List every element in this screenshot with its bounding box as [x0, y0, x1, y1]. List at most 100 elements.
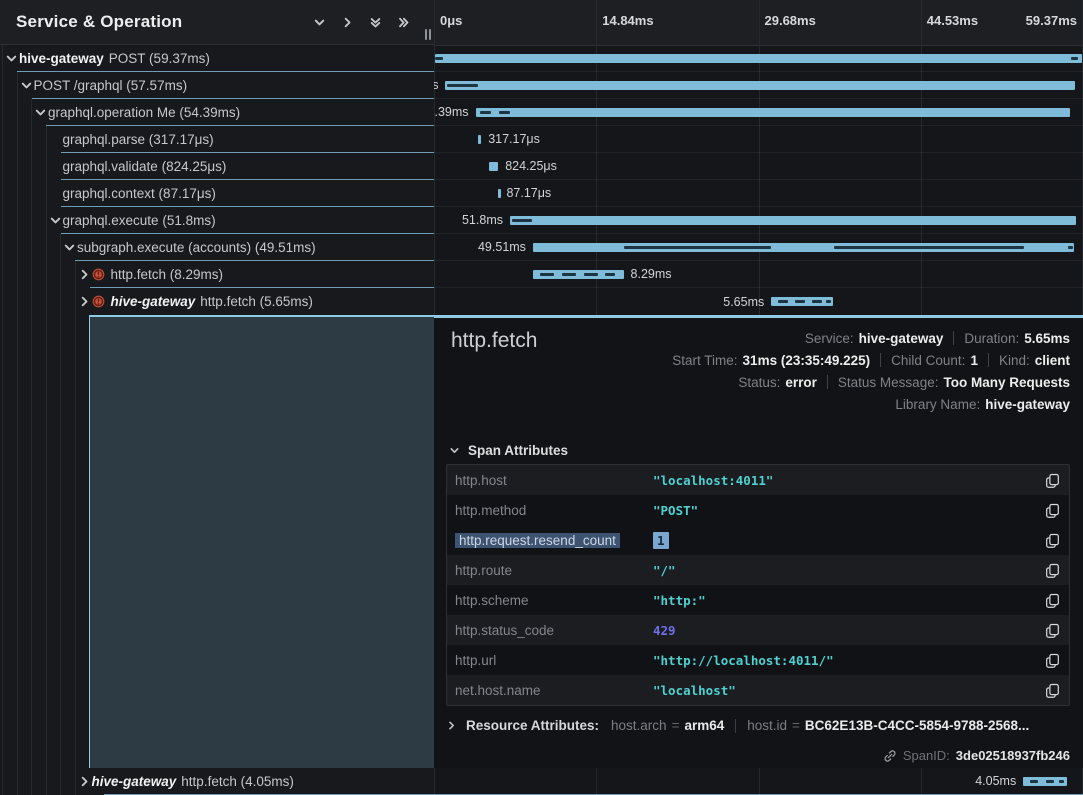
tree-row[interactable]: subgraph.execute (accounts) (49.51ms) — [0, 234, 434, 261]
timeline-row[interactable]: 57.57ms — [434, 72, 1083, 99]
attribute-value: "/" — [653, 563, 676, 578]
tree-row[interactable]: graphql.execute (51.8ms) — [0, 207, 434, 234]
span-id-value: 3de02518937fb246 — [956, 748, 1070, 763]
meta-label: Status: — [738, 375, 780, 390]
expand-toggle[interactable] — [77, 774, 92, 789]
expand-toggle[interactable] — [77, 294, 92, 309]
error-icon — [92, 295, 105, 308]
meta-label: Start Time: — [672, 353, 737, 368]
meta-value: 5.65ms — [1024, 331, 1070, 346]
tree-row[interactable]: http.fetch (8.29ms) — [0, 261, 434, 288]
span-bar[interactable] — [498, 189, 500, 198]
operation-name: http.fetch (5.65ms) — [200, 294, 313, 309]
child-span-marker — [1071, 57, 1078, 60]
tree-row[interactable]: graphql.operation Me (54.39ms) — [0, 99, 434, 126]
expand-toggle[interactable] — [19, 78, 34, 93]
tree-row[interactable]: hive-gatewayhttp.fetch (4.05ms) — [0, 768, 434, 795]
span-name-label: graphql.context (87.17μs) — [63, 186, 216, 201]
copy-value-button[interactable] — [1045, 533, 1060, 548]
span-attributes-table: http.host"localhost:4011"http.method"POS… — [446, 464, 1070, 706]
tree-row[interactable]: graphql.validate (824.25μs) — [0, 153, 434, 180]
chevron-down-icon — [20, 79, 33, 92]
span-duration-label: 57.57ms — [434, 78, 438, 92]
copy-value-button[interactable] — [1045, 563, 1060, 578]
span-meta: Service: hive-gateway Duration: 5.65ms Start… — [672, 327, 1070, 415]
expand-toggle[interactable] — [4, 51, 19, 66]
chevron-down-button[interactable] — [313, 16, 326, 29]
child-span-marker — [834, 246, 1025, 249]
double-chevron-right-button[interactable] — [397, 16, 410, 29]
attribute-row: http.host"localhost:4011" — [447, 465, 1069, 495]
tree-row[interactable]: hive-gatewayPOST (59.37ms) — [0, 45, 434, 72]
attribute-value: 1 — [653, 533, 669, 548]
meta-value: client — [1035, 353, 1070, 368]
chevron-right-button[interactable] — [341, 16, 354, 29]
column-resizer-handle[interactable] — [425, 29, 431, 40]
tree-row[interactable]: graphql.parse (317.17μs) — [0, 126, 434, 153]
attribute-row: http.method"POST" — [447, 495, 1069, 525]
trace-viewer: hive-gatewayPOST (59.37ms) POST /graphql … — [0, 0, 1083, 795]
link-icon[interactable] — [883, 749, 897, 763]
copy-value-button[interactable] — [1045, 593, 1060, 608]
span-name-label: graphql.operation Me (54.39ms) — [48, 105, 240, 120]
selected-span-highlight — [89, 315, 434, 768]
expand-toggle[interactable] — [33, 105, 48, 120]
double-chevron-down-button[interactable] — [369, 16, 382, 29]
span-name-label: hive-gatewayhttp.fetch (5.65ms) — [111, 294, 313, 309]
timeline-row[interactable]: 51.8ms — [434, 207, 1083, 234]
meta-value: hive-gateway — [985, 397, 1070, 412]
child-span-marker — [826, 300, 830, 303]
span-bar[interactable] — [476, 108, 1071, 117]
span-attributes-section-header[interactable]: Span Attributes — [449, 443, 568, 458]
expand-toggle[interactable] — [77, 267, 92, 282]
timeline-row[interactable]: 824.25μs — [434, 153, 1083, 180]
span-bar[interactable] — [489, 162, 498, 171]
span-bar[interactable] — [478, 135, 481, 144]
expand-toggle[interactable] — [62, 240, 77, 255]
timeline-row[interactable]: 54.39ms — [434, 99, 1083, 126]
resource-key: host.arch — [611, 718, 667, 733]
copy-icon — [1045, 503, 1060, 518]
copy-value-button[interactable] — [1045, 623, 1060, 638]
meta-label: Service: — [805, 331, 854, 346]
timeline-row[interactable]: 49.51ms — [434, 234, 1083, 261]
operation-name: graphql.operation Me (54.39ms) — [48, 105, 240, 120]
span-duration-label: 5.65ms — [723, 295, 764, 309]
copy-value-button[interactable] — [1045, 503, 1060, 518]
span-duration-label: 54.39ms — [434, 105, 469, 119]
span-bar[interactable] — [510, 216, 1076, 225]
meta-label: Library Name: — [895, 397, 980, 412]
tree-row[interactable]: graphql.context (87.17μs) — [0, 180, 434, 207]
child-span-marker — [447, 84, 478, 87]
chevron-right-icon — [78, 295, 91, 308]
resource-attributes-header[interactable]: Resource Attributes: — [466, 718, 599, 733]
copy-icon — [1045, 473, 1060, 488]
timeline-row[interactable]: 317.17μs — [434, 126, 1083, 153]
chevron-right-icon — [446, 720, 457, 731]
timeline-row[interactable]: 5.65ms — [434, 288, 1083, 315]
tree-row[interactable]: hive-gatewayhttp.fetch (5.65ms) — [0, 288, 434, 315]
copy-value-button[interactable] — [1045, 683, 1060, 698]
chevron-right-icon — [341, 16, 354, 29]
tree-row[interactable]: POST /graphql (57.57ms) — [0, 72, 434, 99]
span-duration-label: 49.51ms — [478, 240, 526, 254]
expand-toggle[interactable] — [48, 213, 63, 228]
resource-value: BC62E13B-C4CC-5854-9788-2568... — [805, 718, 1029, 733]
child-span-marker — [1059, 780, 1064, 783]
copy-value-button[interactable] — [1045, 473, 1060, 488]
copy-value-button[interactable] — [1045, 653, 1060, 668]
span-bar[interactable] — [445, 81, 1074, 90]
meta-label: Status Message: — [838, 375, 939, 390]
meta-label: Child Count: — [891, 353, 965, 368]
span-name-label: graphql.execute (51.8ms) — [63, 213, 216, 228]
operation-name: graphql.context (87.17μs) — [63, 186, 216, 201]
span-bar[interactable] — [435, 54, 1083, 63]
timeline-row[interactable]: 4.05ms — [434, 768, 1083, 795]
timeline-row[interactable]: 8.29ms — [434, 261, 1083, 288]
timeline-row[interactable] — [434, 45, 1083, 72]
meta-label: Duration: — [964, 331, 1019, 346]
attribute-key: http.method — [447, 503, 653, 518]
attribute-value: "http:" — [653, 593, 706, 608]
span-name-label: POST /graphql (57.57ms) — [34, 78, 188, 93]
timeline-row[interactable]: 87.17μs — [434, 180, 1083, 207]
